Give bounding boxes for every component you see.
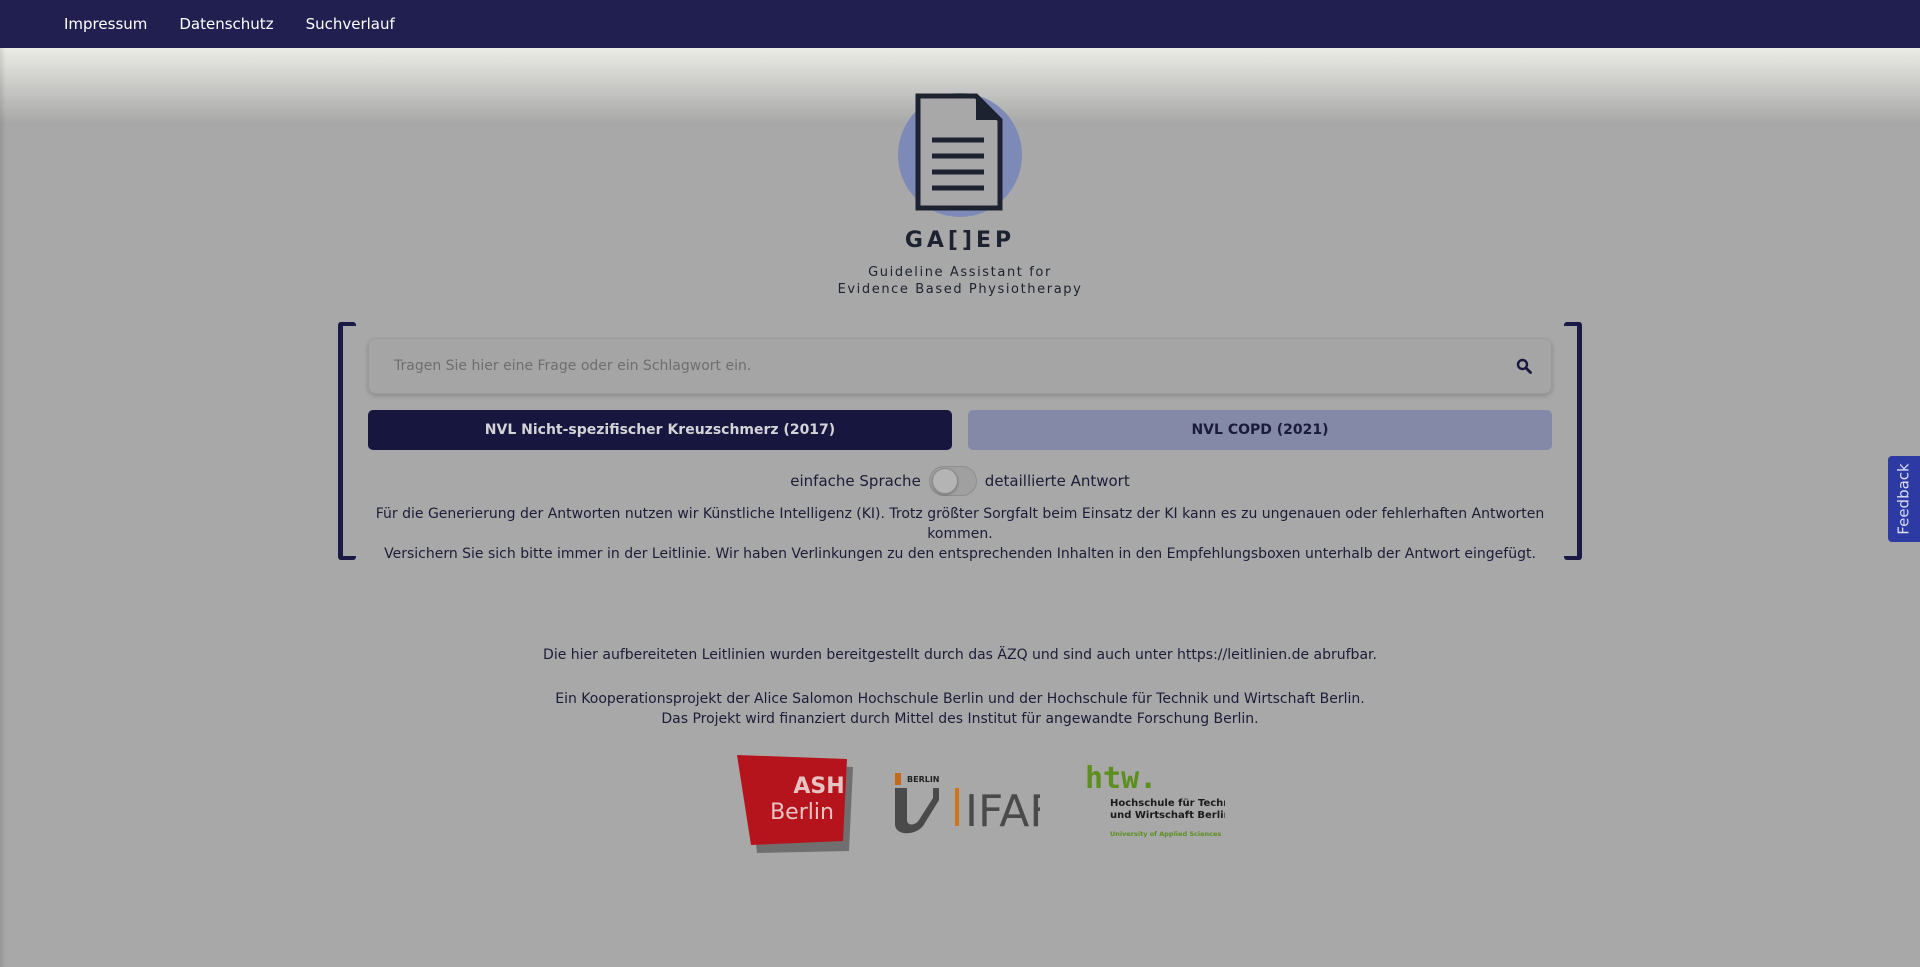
search-panel: NVL Nicht-spezifischer Kreuzschmerz (201… <box>338 322 1582 562</box>
answer-mode-toggle[interactable] <box>928 466 977 496</box>
ifaf-logo-small: BERLIN <box>907 775 940 784</box>
detailed-answer-label: detaillierte Antwort <box>984 472 1130 490</box>
source-note: Die hier aufbereiteten Leitlinien wurden… <box>543 647 1377 663</box>
ifaf-logo-name: IFAF <box>965 786 1040 835</box>
htw-logo-name: htw. <box>1085 762 1157 796</box>
ash-berlin-logo: ASH Berlin <box>735 753 857 857</box>
htw-berlin-logo: htw. Hochschule für Technik und Wirtscha… <box>1085 761 1241 846</box>
left-shadow <box>0 48 6 967</box>
disclaimer-line-1: Für die Generierung der Antworten nutzen… <box>375 506 1545 542</box>
search-button[interactable] <box>1511 353 1537 379</box>
toggle-knob <box>931 468 958 494</box>
top-navigation-bar: Impressum Datenschutz Suchverlauf <box>0 0 1920 48</box>
cooperation-note: Ein Kooperationsprojekt der Alice Salomo… <box>360 689 1560 729</box>
simple-language-label: einfache Sprache <box>790 472 921 490</box>
ash-logo-line-1: ASH <box>793 774 844 799</box>
htw-logo-line-1: Hochschule für Technik <box>1110 798 1225 809</box>
app-subtitle-line-2: Evidence Based Physiotherapy <box>837 282 1083 297</box>
ash-logo-line-2: Berlin <box>770 800 834 825</box>
feedback-tab[interactable]: Feedback <box>1888 456 1920 542</box>
app-subtitle: Guideline Assistant for Evidence Based P… <box>760 264 1160 298</box>
disclaimer-line-2: Versichern Sie sich bitte immer in der L… <box>384 546 1536 562</box>
ai-disclaimer: Für die Generierung der Antworten nutzen… <box>368 504 1552 564</box>
htw-logo-line-2: und Wirtschaft Berlin <box>1110 810 1225 821</box>
cooperation-line-2: Das Projekt wird finanziert durch Mittel… <box>661 711 1259 727</box>
search-box <box>368 338 1552 394</box>
search-input[interactable] <box>369 339 1489 393</box>
answer-mode-row: einfache Sprache detaillierte Antwort <box>338 464 1582 498</box>
guideline-button-kreuzschmerz[interactable]: NVL Nicht-spezifischer Kreuzschmerz (201… <box>368 410 952 450</box>
partner-logos: ASH Berlin BERLIN IFAF htw. Hochschule f… <box>735 750 1241 860</box>
ifaf-logo: BERLIN IFAF <box>895 770 1055 839</box>
app-subtitle-line-1: Guideline Assistant for <box>868 265 1052 280</box>
htw-logo-tagline: University of Applied Sciences <box>1110 830 1221 838</box>
feedback-label: Feedback <box>1895 463 1913 535</box>
nav-link-datenschutz[interactable]: Datenschutz <box>179 15 273 33</box>
app-title: GA[]EP <box>904 228 1016 253</box>
search-icon <box>1516 358 1532 374</box>
guideline-button-copd[interactable]: NVL COPD (2021) <box>968 410 1552 450</box>
nav-link-suchverlauf[interactable]: Suchverlauf <box>306 15 395 33</box>
nav-link-impressum[interactable]: Impressum <box>64 15 147 33</box>
right-bracket <box>1564 322 1582 560</box>
document-icon <box>892 92 1028 218</box>
left-bracket <box>338 322 356 560</box>
cooperation-line-1: Ein Kooperationsprojekt der Alice Salomo… <box>555 691 1365 707</box>
